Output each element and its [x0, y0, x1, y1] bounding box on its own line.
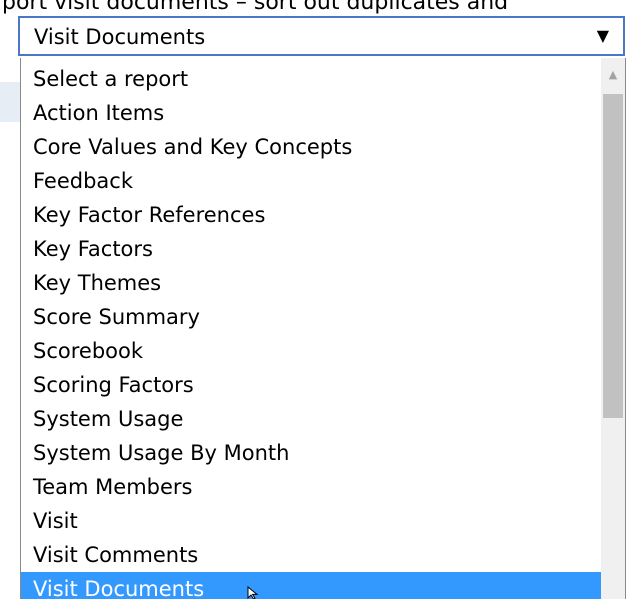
report-select[interactable]: Visit Documents ▼ [18, 16, 625, 56]
report-select-value: Visit Documents [34, 25, 206, 49]
option-system-usage-by-month[interactable]: System Usage By Month [21, 436, 601, 470]
option-system-usage[interactable]: System Usage [21, 402, 601, 436]
report-dropdown-list: Select a report Action Items Core Values… [20, 58, 626, 599]
option-visit-comments[interactable]: Visit Comments [21, 538, 601, 572]
caret-down-icon[interactable]: ▼ [597, 26, 609, 45]
background-panel [0, 82, 20, 122]
option-scorebook[interactable]: Scorebook [21, 334, 601, 368]
option-team-members[interactable]: Team Members [21, 470, 601, 504]
option-action-items[interactable]: Action Items [21, 96, 601, 130]
option-key-themes[interactable]: Key Themes [21, 266, 601, 300]
option-scoring-factors[interactable]: Scoring Factors [21, 368, 601, 402]
chevron-up-icon[interactable]: ▲ [601, 58, 625, 88]
page: port visit documents – sort out duplicat… [0, 0, 629, 599]
mouse-pointer-icon [247, 586, 259, 599]
background-text: port visit documents – sort out duplicat… [2, 0, 509, 15]
scrollbar-thumb[interactable] [603, 94, 623, 418]
option-core-values-and-key-concepts[interactable]: Core Values and Key Concepts [21, 130, 601, 164]
option-feedback[interactable]: Feedback [21, 164, 601, 198]
option-key-factors[interactable]: Key Factors [21, 232, 601, 266]
dropdown-scrollbar[interactable]: ▲ [601, 58, 625, 599]
option-select-a-report[interactable]: Select a report [21, 62, 601, 96]
option-key-factor-references[interactable]: Key Factor References [21, 198, 601, 232]
option-visit[interactable]: Visit [21, 504, 601, 538]
option-score-summary[interactable]: Score Summary [21, 300, 601, 334]
option-visit-documents[interactable]: Visit Documents [21, 572, 601, 599]
